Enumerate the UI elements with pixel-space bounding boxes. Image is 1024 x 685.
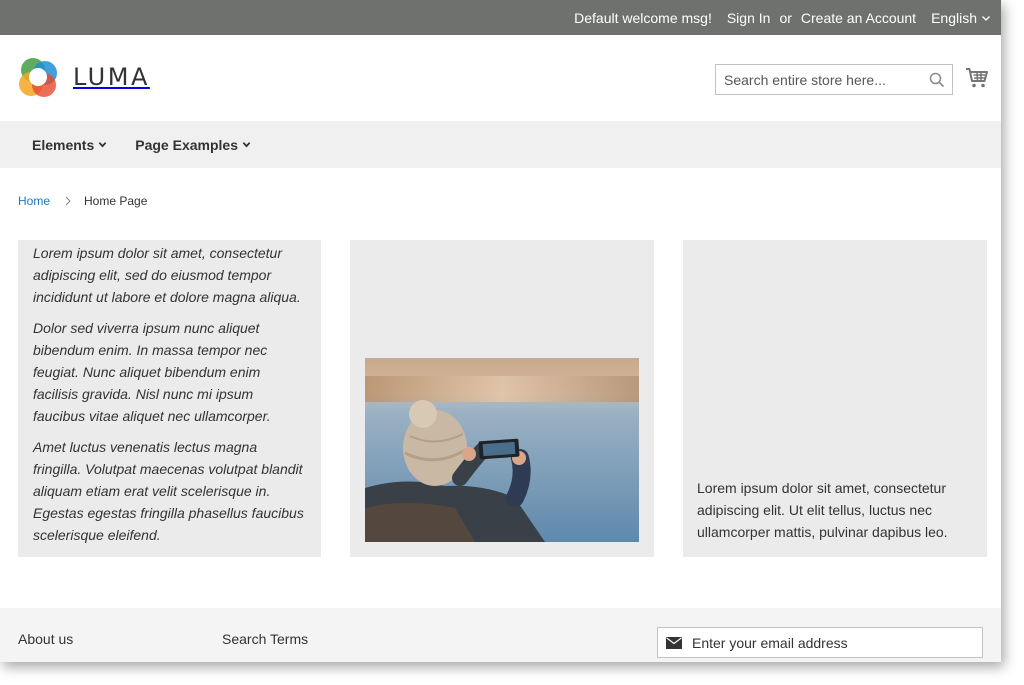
search-input[interactable] [716, 65, 922, 94]
nav-item-page-examples[interactable]: Page Examples [135, 137, 251, 153]
search-icon [929, 72, 945, 87]
chevron-down-icon [242, 142, 251, 148]
newsletter-email-input[interactable] [692, 628, 982, 657]
luma-logo[interactable]: LUMA [17, 56, 150, 98]
chevron-right-icon [65, 196, 71, 206]
content-column-image [350, 240, 654, 557]
breadcrumb-home-link[interactable]: Home [18, 194, 50, 208]
content-column-caption: Lorem ipsum dolor sit amet, consectetur … [683, 240, 987, 557]
or-text: or [779, 9, 792, 26]
paragraph: Amet luctus venenatis lectus magna fring… [33, 439, 304, 543]
top-panel: Default welcome msg! Sign In or Create a… [0, 0, 1001, 35]
footer-link-about-us[interactable]: About us [18, 631, 73, 647]
create-account-link[interactable]: Create an Account [801, 10, 916, 26]
breadcrumb: Home Home Page [18, 194, 147, 208]
language-label: English [931, 9, 977, 26]
footer: About us Search Terms [0, 608, 1001, 662]
luma-logo-icon [19, 58, 57, 97]
sign-in-link[interactable]: Sign In [727, 10, 771, 26]
newsletter-box [657, 627, 983, 658]
logo-text: LUMA [73, 63, 150, 91]
main-navigation: Elements Page Examples [0, 121, 1001, 168]
search-button[interactable] [922, 65, 952, 94]
header: LUMA [0, 35, 1001, 121]
paragraph: Lorem ipsum dolor sit amet, consectetur … [697, 480, 948, 540]
paragraph: Dolor sed viverra ipsum nunc aliquet bib… [33, 320, 271, 424]
nav-item-label: Page Examples [135, 136, 238, 153]
breadcrumb-current: Home Page [84, 194, 148, 208]
photo-woman-taking-picture [365, 358, 639, 542]
chevron-down-icon [98, 142, 107, 148]
nav-item-label: Elements [32, 136, 95, 153]
envelope-icon [666, 636, 682, 649]
language-switcher[interactable]: English [931, 10, 991, 26]
search-box [715, 64, 953, 95]
welcome-message: Default welcome msg! [574, 9, 712, 26]
minicart-button[interactable] [965, 66, 989, 90]
paragraph: Lorem ipsum dolor sit amet, consectetur … [33, 245, 301, 305]
footer-link-search-terms[interactable]: Search Terms [222, 631, 308, 647]
chevron-down-icon [982, 15, 990, 21]
browser-page: Default welcome msg! Sign In or Create a… [0, 0, 1001, 662]
nav-item-elements[interactable]: Elements [32, 137, 107, 153]
content-column-text: Lorem ipsum dolor sit amet, consectetur … [18, 240, 321, 557]
cart-icon [966, 68, 988, 88]
